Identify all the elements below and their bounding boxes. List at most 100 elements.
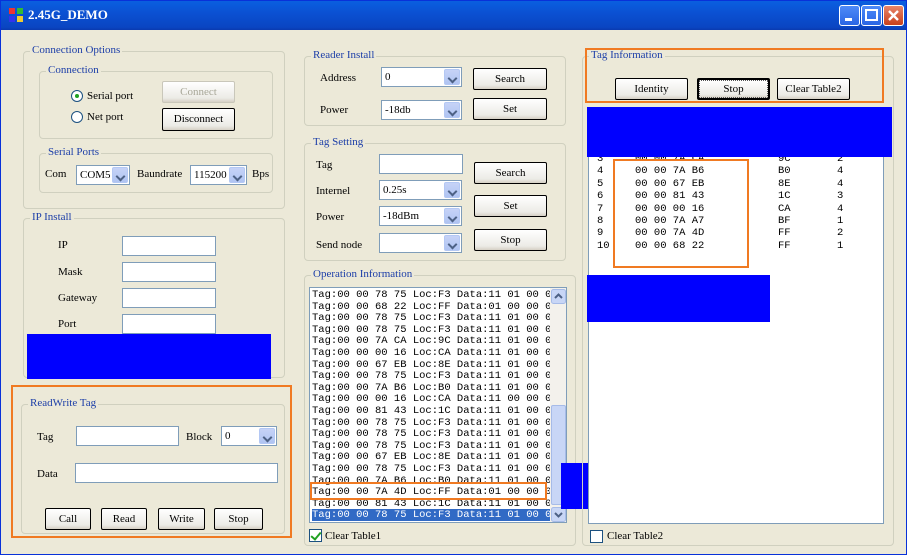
connection-options-legend: Connection Options — [30, 44, 123, 56]
chevron-down-icon — [259, 428, 275, 444]
rw-stop-button[interactable]: Stop — [214, 508, 263, 530]
tag-stop-label: Stop — [699, 80, 768, 98]
baudrate-value: 115200 — [194, 169, 227, 181]
window-title: 2.45G_DEMO — [28, 7, 108, 22]
net-port-radio[interactable] — [71, 111, 83, 123]
tag-row-number: 8 — [597, 215, 604, 227]
scroll-down-icon[interactable] — [551, 507, 566, 522]
send-node-select[interactable] — [379, 233, 462, 253]
highlight-row-box — [310, 482, 547, 500]
connect-button[interactable]: Connect — [162, 81, 235, 103]
tag-clear-button[interactable]: Clear Table2 — [777, 78, 850, 100]
tag-row-loc: 1C — [778, 190, 791, 203]
maximize-button[interactable] — [861, 5, 882, 26]
read-button[interactable]: Read — [101, 508, 147, 530]
operation-row[interactable]: Tag:00 00 78 75 Loc:F3 Data:11 01 00 00 — [312, 289, 558, 301]
ts-set-button[interactable]: Set — [474, 195, 547, 217]
app-window: 2.45G_DEMO Connection Options Connection… — [0, 0, 907, 555]
chevron-down-icon — [229, 167, 245, 183]
disconnect-button[interactable]: Disconnect — [162, 108, 235, 131]
reader-power-label: Power — [320, 104, 349, 116]
tag-row-number: 9 — [597, 227, 604, 240]
ts-power-value: -18dBm — [383, 210, 420, 222]
operation-row[interactable]: Tag:00 00 67 EB Loc:8E Data:11 01 00 00 — [312, 359, 558, 371]
close-button[interactable] — [883, 5, 904, 26]
net-port-label: Net port — [87, 111, 124, 123]
clear-table2-checkbox[interactable] — [590, 530, 603, 543]
operation-row[interactable]: Tag:00 00 67 EB Loc:8E Data:11 01 00 00 — [312, 451, 558, 463]
reader-set-button[interactable]: Set — [473, 98, 547, 120]
serial-port-radio[interactable] — [71, 90, 83, 102]
title-bar[interactable]: 2.45G_DEMO — [1, 1, 906, 30]
operation-row[interactable]: Tag:00 00 00 16 Loc:CA Data:11 00 00 00 — [312, 393, 558, 405]
tag-row-number: 10 — [597, 239, 610, 252]
ts-stop-button[interactable]: Stop — [474, 229, 547, 251]
clear-table1-checkbox[interactable] — [309, 529, 322, 542]
identity-button[interactable]: Identity — [615, 78, 688, 100]
connection-legend: Connection — [46, 64, 101, 76]
block-select[interactable]: 0 — [221, 426, 277, 446]
gateway-input[interactable] — [122, 288, 216, 308]
minimize-icon — [845, 18, 852, 21]
internel-select[interactable]: 0.25s — [379, 180, 462, 200]
tag-row-loc: B0 — [778, 165, 791, 178]
address-select[interactable]: 0 — [381, 67, 462, 87]
port-label: Port — [58, 318, 77, 330]
call-button[interactable]: Call — [45, 508, 91, 530]
connection-group: Connection — [39, 64, 273, 139]
internel-label: Internel — [316, 185, 351, 197]
operation-row[interactable]: Tag:00 00 78 75 Loc:F3 Data:11 01 00 00 — [312, 463, 558, 475]
block-value: 0 — [225, 430, 231, 442]
operation-row[interactable]: Tag:00 00 78 75 Loc:F3 Data:11 01 00 00 — [312, 440, 558, 452]
highlight-box — [613, 159, 749, 268]
operation-row[interactable]: Tag:00 00 78 75 Loc:F3 Data:11 01 00 00 — [312, 509, 558, 522]
gateway-label: Gateway — [58, 292, 98, 304]
data-input[interactable] — [75, 463, 278, 483]
baudrate-select[interactable]: 115200 — [190, 165, 247, 185]
tag-row-number: 4 — [597, 165, 604, 178]
operation-row[interactable]: Tag:00 00 68 22 Loc:FF Data:01 00 00 00 — [312, 301, 558, 313]
tag-row-loc: 8E — [778, 177, 791, 190]
operation-row[interactable]: Tag:00 00 7A CA Loc:9C Data:11 01 00 00 — [312, 335, 558, 347]
chevron-down-icon — [444, 182, 460, 198]
operation-row[interactable]: Tag:00 00 78 75 Loc:F3 Data:11 01 00 00 — [312, 428, 558, 440]
reader-power-value: -18db — [385, 104, 411, 116]
redaction-block — [587, 107, 892, 157]
rw-tag-input[interactable] — [76, 426, 179, 446]
ts-search-button[interactable]: Search — [474, 162, 547, 184]
write-button[interactable]: Write — [158, 508, 205, 530]
tag-stop-button[interactable]: Stop — [697, 78, 770, 100]
chevron-down-icon — [444, 102, 460, 118]
tag-setting-legend: Tag Setting — [311, 136, 366, 148]
port-input[interactable] — [122, 314, 216, 334]
ts-tag-input[interactable] — [379, 154, 463, 174]
tag-row-count: 2 — [837, 227, 844, 240]
scroll-up-icon[interactable] — [551, 289, 566, 304]
operation-row[interactable]: Tag:00 00 78 75 Loc:F3 Data:11 01 00 00 — [312, 312, 558, 324]
operation-row[interactable]: Tag:00 00 78 75 Loc:F3 Data:11 01 00 00 — [312, 324, 558, 336]
ip-input[interactable] — [122, 236, 216, 256]
operation-row[interactable]: Tag:00 00 81 43 Loc:1C Data:11 01 00 00 — [312, 405, 558, 417]
operation-row[interactable]: Tag:00 00 7A B6 Loc:B0 Data:11 01 00 00 — [312, 382, 558, 394]
mask-input[interactable] — [122, 262, 216, 282]
reader-search-button[interactable]: Search — [473, 68, 547, 90]
minimize-button[interactable] — [839, 5, 860, 26]
redaction-block — [587, 275, 770, 322]
clear-table2-label: Clear Table2 — [607, 530, 664, 542]
reader-power-select[interactable]: -18db — [381, 100, 462, 120]
operation-row[interactable]: Tag:00 00 78 75 Loc:F3 Data:11 01 00 00 — [312, 417, 558, 429]
chevron-down-icon — [444, 69, 460, 85]
tag-row-count: 4 — [837, 165, 844, 178]
ts-power-label: Power — [316, 211, 345, 223]
ts-power-select[interactable]: -18dBm — [379, 206, 462, 226]
internel-value: 0.25s — [383, 184, 407, 196]
data-label: Data — [37, 468, 58, 480]
maximize-icon — [865, 9, 878, 21]
operation-row[interactable]: Tag:00 00 00 16 Loc:CA Data:11 01 00 00 — [312, 347, 558, 359]
tag-row-count: 3 — [837, 190, 844, 203]
operation-row[interactable]: Tag:00 00 78 75 Loc:F3 Data:11 01 00 00 — [312, 370, 558, 382]
address-value: 0 — [385, 71, 391, 83]
ts-tag-label: Tag — [316, 159, 333, 171]
com-select[interactable]: COM5 — [76, 165, 130, 185]
chevron-down-icon — [444, 208, 460, 224]
